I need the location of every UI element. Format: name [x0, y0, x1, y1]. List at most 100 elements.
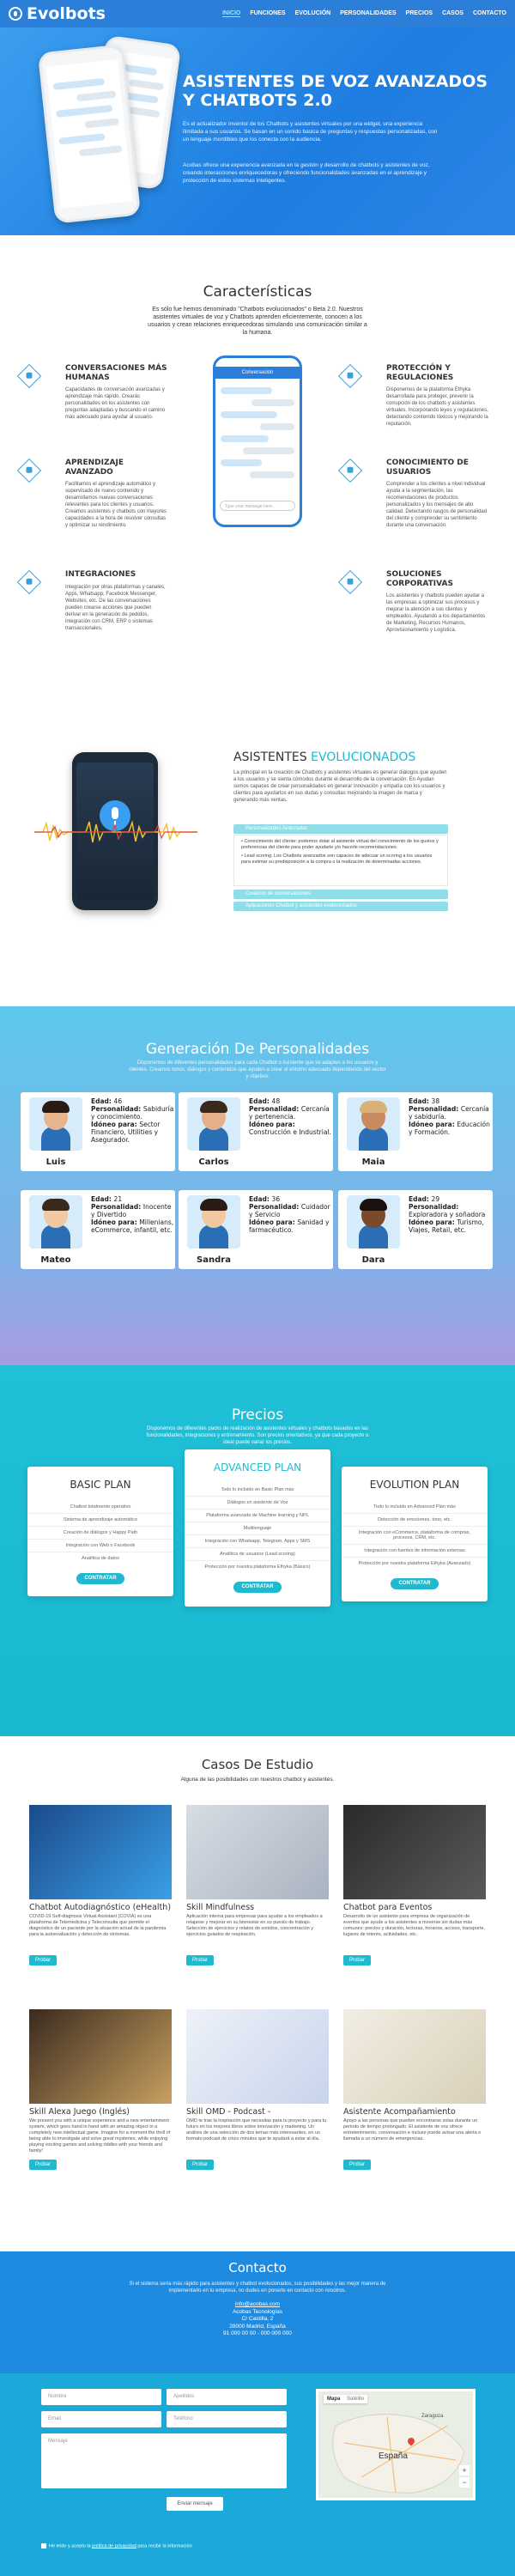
phone-chat-header: Conversación — [215, 367, 300, 379]
plan-feature: Integración con eCommerce, plataforma de… — [342, 1527, 488, 1545]
case-study-image — [29, 1805, 172, 1899]
probar-button[interactable]: Probar — [343, 2160, 372, 2170]
nav-item-casos[interactable]: CASOS — [442, 10, 464, 17]
brand-logo[interactable]: Evolbots — [9, 4, 106, 23]
persona-name: Dara — [361, 1255, 385, 1265]
personality-card: Mateo Edad: 21 Personalidad: Inocente y Di… — [21, 1190, 175, 1269]
plan-feature: Integración con Whatsapp, Telegram, Apps… — [185, 1535, 330, 1548]
contact-subtitle: Si el sistema sería más rápido para asis… — [129, 2281, 386, 2293]
zoom-out-button[interactable]: − — [459, 2477, 470, 2488]
zoom-in-button[interactable]: + — [459, 2465, 470, 2476]
location-map[interactable]: Mapa Satélite Zaragoza España + − — [316, 2389, 476, 2500]
plan-feature: Detección de emociones, tono, etc. — [342, 1514, 488, 1527]
persona-info: Edad: 46 Personalidad: Sabiduría y conoci… — [91, 1097, 174, 1144]
persona-info: Edad: 21 Personalidad: Inocente y Diverti… — [91, 1195, 174, 1234]
email-field[interactable]: Email — [41, 2411, 161, 2427]
personality-card: Luis Edad: 46 Personalidad: Sabiduría y co… — [21, 1092, 175, 1171]
probar-button[interactable]: Probar — [29, 1955, 58, 1965]
feature-conversaciones: CONVERSACIONES MÁS HUMANAS Capacidades d… — [16, 363, 168, 441]
plan-feature: Todo lo incluido en Basic Plan más — [185, 1484, 330, 1497]
nav-item-contacto[interactable]: CONTACTO — [473, 10, 506, 17]
phone-field[interactable]: Teléfono — [167, 2411, 287, 2427]
case-study-card: Chatbot para Eventos Desarrollo de un asi… — [343, 1805, 486, 1965]
phone-chat-input: Type your message here... — [220, 501, 295, 511]
plan-feature: Analítica de datos — [82, 1556, 119, 1561]
pricing-title: Precios — [231, 1406, 284, 1424]
user-icon — [337, 458, 363, 483]
hero-paragraph-1: Es el actualizador inventor de los Chatb… — [183, 121, 438, 143]
case-title: Skill OMD - Podcast - — [186, 2107, 271, 2117]
probar-button[interactable]: Probar — [186, 1955, 215, 1965]
personality-card: Sandra Edad: 36 Personalidad: Cuidador y S… — [179, 1190, 333, 1269]
case-title: Skill Mindfulness — [186, 1903, 255, 1912]
persona-name: Sandra — [197, 1255, 231, 1265]
assistants-section: ASISTENTES EVOLUCIONADOS La principal en… — [0, 699, 515, 1006]
case-title: Asistente Acompañamiento — [343, 2107, 456, 2117]
plan-feature: Plataforma avanzada de Machine learning … — [185, 1510, 330, 1522]
nav-item-precios[interactable]: PRECIOS — [406, 10, 433, 17]
persona-info: Edad: 36 Personalidad: Cuidador y Servici… — [249, 1195, 330, 1234]
personality-card: Maia Edad: 38 Personalidad: Cercanía y sab… — [338, 1092, 493, 1171]
case-study-card: Chatbot Autodiagnóstico (eHealth) COVID-1… — [29, 1805, 172, 1965]
avatar — [347, 1195, 400, 1249]
probar-button[interactable]: Probar — [186, 2160, 215, 2170]
avatar — [29, 1195, 82, 1249]
case-study-card: Skill OMD - Podcast - OMD te trae la insp… — [186, 2009, 329, 2170]
contact-email[interactable]: info@acobas.com — [172, 2301, 343, 2309]
chat-icon — [16, 363, 42, 389]
feature-aprendizaje: APRENDIZAJE AVANZADO Facilitamos el apre… — [16, 458, 168, 553]
feature-integraciones: INTEGRACIONES Integración por otras plat… — [16, 569, 168, 656]
privacy-checkbox[interactable] — [41, 2543, 46, 2549]
personalities-section: Generación De Personalidades Disponemos … — [0, 1006, 515, 1365]
features-subtitle: Es sólo fue hemos denominado "Chatbots e… — [148, 307, 367, 336]
avatar — [29, 1097, 82, 1151]
send-button[interactable]: Enviar mensaje — [167, 2497, 223, 2511]
accordion-personalidades[interactable]: Personalidades Avanzadas — [233, 824, 448, 834]
persona-name: Carlos — [198, 1157, 229, 1167]
case-study-image — [343, 2009, 486, 2104]
personality-card: Carlos Edad: 48 Personalidad: Cercanía y p… — [179, 1092, 333, 1171]
avatar — [187, 1097, 240, 1151]
accordion-creacion-conversaciones[interactable]: Creación de conversaciones — [233, 890, 448, 899]
contact-section: Contacto Si el sistema sería más rápido … — [0, 2251, 515, 2576]
sound-wave-graphic — [34, 820, 197, 843]
nav-item-evolucion[interactable]: EVOLUCIÓN — [295, 10, 331, 17]
pricing-section: Precios Disponemos de diferentes packs d… — [0, 1365, 515, 1736]
contact-title: Contacto — [228, 2260, 287, 2275]
persona-name: Mateo — [40, 1255, 71, 1265]
plan-feature: Integración con Web o Facebook — [27, 1540, 173, 1552]
contratar-button[interactable]: CONTRATAR — [76, 1573, 124, 1584]
nav-item-personalidades[interactable]: PERSONALIDADES — [340, 10, 396, 17]
features-title: Características — [203, 283, 312, 301]
cases-subtitle: Alguna de las posibilidades con nuestros… — [180, 1777, 335, 1783]
case-description: OMD te trae la inspiración que necesitas… — [186, 2118, 327, 2142]
accordion-aplicaciones[interactable]: Aplicaciones Chatbot y asistentes evoluc… — [233, 902, 448, 911]
name-field[interactable]: Nombre — [41, 2389, 161, 2405]
avatar — [187, 1195, 240, 1249]
case-description: COVID-19 Self-diagnosis Virtual Assistan… — [29, 1914, 167, 1937]
personalities-title: Generación De Personalidades — [145, 1041, 370, 1058]
nav-item-inicio[interactable]: INICIO — [221, 10, 241, 17]
assistants-title: ASISTENTES EVOLUCIONADOS — [233, 750, 416, 764]
nav-item-funciones[interactable]: FUNCIONES — [250, 10, 285, 17]
probar-button[interactable]: Probar — [343, 1955, 372, 1965]
case-study-card: Asistente Acompañamiento Apoyo a las pers… — [343, 2009, 486, 2170]
case-title: Chatbot para Eventos — [343, 1903, 433, 1912]
top-navbar: Evolbots INICIO FUNCIONES EVOLUCIÓN PERS… — [0, 0, 515, 27]
case-description: We present you with a unique experience … — [29, 2118, 171, 2154]
hero-section: ASISTENTES DE VOZ AVANZADOS Y CHATBOTS 2… — [0, 27, 515, 235]
persona-name: Luis — [45, 1157, 66, 1167]
brain-icon — [16, 458, 42, 483]
message-field[interactable]: Mensaje — [41, 2433, 287, 2488]
shield-icon — [337, 363, 363, 389]
probar-button[interactable]: Probar — [29, 2160, 58, 2170]
persona-info: Edad: 29 Personalidad: Exploradora y soña… — [409, 1195, 486, 1234]
contratar-button[interactable]: CONTRATAR — [391, 1578, 439, 1589]
persona-info: Edad: 48 Personalidad: Cercanía y pertene… — [249, 1097, 331, 1136]
plan-feature: Protección por nuestra plataforma Ethyka… — [358, 1561, 471, 1566]
accordion-panel-personalidades: • Conocimiento del cliente: podemos dota… — [233, 835, 448, 886]
privacy-link[interactable]: política de privacidad — [92, 2543, 136, 2549]
contratar-button[interactable]: CONTRATAR — [233, 1582, 282, 1593]
plan-feature: Multilenguaje — [185, 1522, 330, 1535]
surname-field[interactable]: Apellidos — [167, 2389, 287, 2405]
